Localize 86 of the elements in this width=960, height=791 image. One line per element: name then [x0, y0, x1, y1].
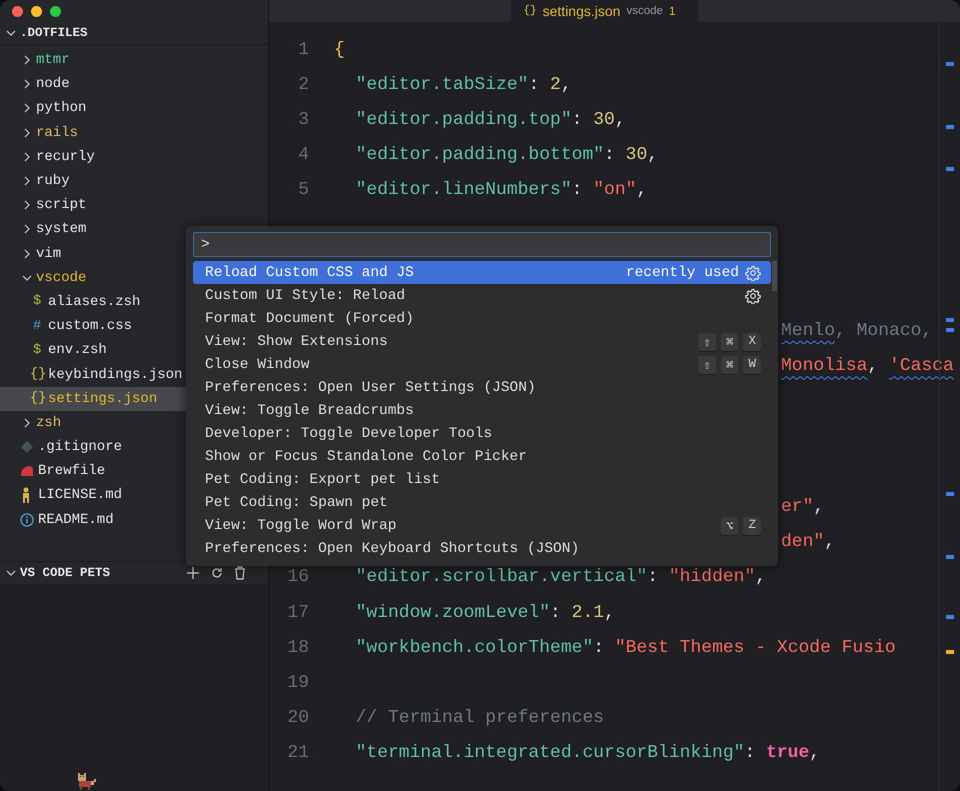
add-icon[interactable] — [186, 566, 200, 580]
keyboard-key: ⇧ — [698, 356, 716, 374]
code-line: "editor.tabSize": 2, — [354, 74, 572, 95]
keyboard-key: ⌘ — [720, 356, 738, 374]
settings-icon[interactable] — [745, 288, 761, 304]
command-item[interactable]: Show or Focus Standalone Color Picker — [193, 445, 771, 468]
line-number: 4 — [297, 145, 309, 166]
line-number: 1 — [297, 40, 309, 60]
tree-item[interactable]: recurly — [0, 144, 268, 169]
line-number: 19 — [286, 672, 309, 693]
code-line: "editor.lineNumbers": "on", — [354, 180, 648, 200]
tree-item[interactable]: ruby — [0, 168, 268, 194]
line-number: 18 — [286, 638, 309, 658]
code-fragment: er", — [781, 497, 824, 518]
chevron-icon — [22, 55, 32, 66]
code-line: "editor.padding.bottom": 30, — [354, 145, 658, 166]
chevron-icon — [22, 272, 32, 283]
code-line: "terminal.integrated.cursorBlinking": true, — [354, 743, 820, 764]
refresh-icon[interactable] — [210, 566, 224, 580]
chevron-icon — [22, 224, 32, 234]
chevron-icon — [22, 79, 32, 90]
code-fragment: Monolisa, 'Casca — [781, 356, 954, 376]
code-line: "editor.scrollbar.vertical": "hidden", — [354, 567, 766, 588]
command-item[interactable]: View: Show Extensions ⇧ ⌘ X — [193, 330, 771, 353]
command-item[interactable]: Custom UI Style: Reload — [193, 284, 771, 307]
keyboard-key: X — [743, 332, 761, 350]
command-item[interactable]: Developer: Toggle Developer Tools — [193, 422, 771, 445]
scrollbar-thumb[interactable] — [772, 261, 777, 291]
command-item[interactable]: View: Toggle Word Wrap ⌥ Z — [193, 514, 771, 537]
keyboard-key: W — [743, 356, 761, 374]
json-glyph: {} — [523, 5, 537, 17]
keyboard-key: ⇧ — [698, 332, 716, 350]
chevron-icon — [22, 176, 32, 186]
code-line: { — [334, 40, 345, 60]
command-item[interactable]: Pet Coding: Export pet list — [193, 468, 771, 491]
line-number: 16 — [286, 567, 309, 588]
chevron-icon — [6, 568, 16, 578]
keyboard-key: ⌘ — [720, 332, 738, 350]
maximize-button[interactable] — [50, 6, 61, 16]
command-input[interactable]: > — [193, 232, 771, 257]
tab-title: settings.json — [542, 3, 620, 19]
command-item[interactable]: Reload Custom CSS and JS recently used — [193, 261, 771, 284]
command-item[interactable]: Format Document (Forced) — [193, 307, 771, 330]
tree-item[interactable]: python — [0, 96, 268, 121]
trash-icon[interactable] — [234, 566, 246, 580]
chevron-icon — [22, 418, 32, 428]
command-item[interactable]: Preferences: Open Keyboard Shortcuts (JSON) — [193, 537, 771, 560]
file-type-glyph: $ — [32, 342, 42, 358]
line-number: 17 — [286, 602, 309, 623]
chevron-icon — [22, 200, 32, 210]
chevron-icon — [22, 248, 32, 259]
line-number: 3 — [297, 110, 309, 130]
code-fragment: den", — [781, 532, 836, 552]
close-button[interactable] — [12, 6, 23, 16]
file-type-glyph: {} — [30, 367, 44, 382]
code-line: "window.zoomLevel": 2.1, — [354, 602, 615, 623]
diamond-icon — [20, 440, 34, 454]
info-icon — [20, 512, 34, 527]
editor-tab[interactable]: {} settings.json vscode 1 — [511, 0, 698, 22]
line-number: 2 — [297, 74, 309, 95]
chevron-icon — [22, 103, 32, 114]
keyboard-key: ⌥ — [720, 516, 738, 534]
line-number: 5 — [297, 180, 309, 200]
file-type-glyph: $ — [32, 294, 42, 310]
command-item[interactable]: Pet Coding: Spawn pet — [193, 491, 771, 514]
chevron-icon — [6, 28, 16, 38]
tree-item[interactable]: node — [0, 72, 268, 96]
chevron-icon — [22, 152, 32, 162]
tab-folder: vscode — [626, 5, 663, 17]
file-type-glyph: # — [32, 318, 42, 334]
code-line: "workbench.colorTheme": "Best Themes - Xcode Fusio — [354, 638, 896, 658]
code-fragment: Menlo, Monaco, — [781, 321, 932, 342]
explorer-section-header[interactable]: .DOTFILES — [0, 22, 268, 45]
minimize-button[interactable] — [31, 6, 42, 16]
keyboard-key: Z — [743, 516, 761, 534]
code-line: // Terminal preferences — [354, 708, 604, 728]
command-item[interactable]: Close Window ⇧ ⌘ W — [193, 353, 771, 376]
tree-item[interactable]: script — [0, 193, 268, 218]
tree-item[interactable]: mtmr — [0, 48, 268, 72]
line-number: 21 — [286, 743, 309, 764]
chevron-icon — [22, 128, 32, 138]
code-line: "editor.padding.top": 30, — [354, 110, 626, 130]
tree-item[interactable]: rails — [0, 120, 268, 145]
line-number: 20 — [286, 708, 309, 728]
problem-count: 1 — [668, 4, 676, 18]
file-type-glyph: {} — [30, 391, 44, 406]
